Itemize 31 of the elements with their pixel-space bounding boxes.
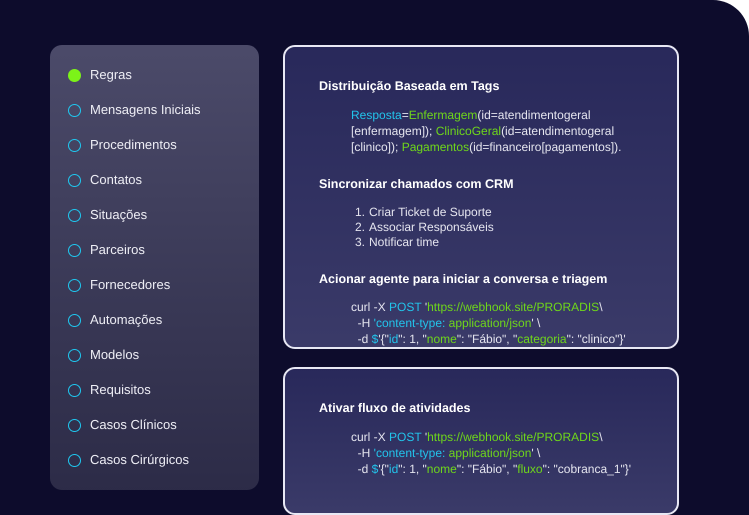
sidebar-item[interactable]: Modelos bbox=[90, 345, 140, 365]
list-number: 1. bbox=[355, 204, 366, 220]
sidebar-item[interactable]: Situações bbox=[90, 205, 148, 225]
code-line: -H 'content-type: application/json' \ bbox=[356, 445, 542, 461]
section-title: Ativar fluxo de atividades bbox=[319, 400, 472, 418]
section-title: Distribuição Baseada em Tags bbox=[319, 78, 500, 95]
list-item: Associar Responsáveis bbox=[369, 220, 494, 234]
sidebar-item[interactable]: Parceiros bbox=[90, 240, 145, 260]
sidebar-item[interactable]: Regras bbox=[90, 65, 132, 85]
code-line: [enfermagem]); ClinicoGeral(id=atendimentogeral bbox=[351, 122, 616, 139]
list-item: Criar Ticket de Suporte bbox=[369, 204, 492, 220]
code-line: -d $'{"id": 1, "nome": "Fábio", "fluxo": "cobranca_1"}' bbox=[356, 461, 632, 477]
sidebar-item[interactable]: Casos Clínicos bbox=[90, 415, 177, 435]
code-line: [clinico]); Pagamentos(id=financeiro[pagamentos]). bbox=[351, 138, 622, 155]
code-line: -H 'content-type: application/json' \ bbox=[356, 315, 542, 332]
sidebar-item[interactable]: Requisitos bbox=[90, 380, 151, 400]
code-line: -d $'{"id": 1, "nome": "Fábio", "categoria": "clinico"}' bbox=[356, 331, 627, 348]
section-title: Sincronizar chamados com CRM bbox=[319, 176, 514, 193]
sidebar-item[interactable]: Contatos bbox=[90, 170, 142, 190]
list-number: 3. bbox=[355, 234, 366, 250]
list-number: 2. bbox=[355, 220, 366, 234]
sidebar-item[interactable]: Fornecedores bbox=[90, 275, 170, 295]
sidebar-item[interactable]: Mensagens Iniciais bbox=[90, 100, 201, 120]
section-title: Acionar agente para iniciar a conversa e triagem bbox=[319, 270, 608, 288]
code-line: Resposta=Enfermagem(id=atendimentogeral bbox=[351, 106, 592, 123]
sidebar-item[interactable]: Casos Cirúrgicos bbox=[90, 450, 189, 470]
code-line: curl -X POST 'https://webhook.site/PRORADIS\ bbox=[351, 299, 604, 316]
code-line: curl -X POST 'https://webhook.site/PRORADIS\ bbox=[351, 429, 604, 445]
sidebar-item[interactable]: Automações bbox=[90, 310, 162, 330]
list-item: Notificar time bbox=[369, 234, 440, 250]
sidebar-item[interactable]: Procedimentos bbox=[90, 135, 177, 155]
